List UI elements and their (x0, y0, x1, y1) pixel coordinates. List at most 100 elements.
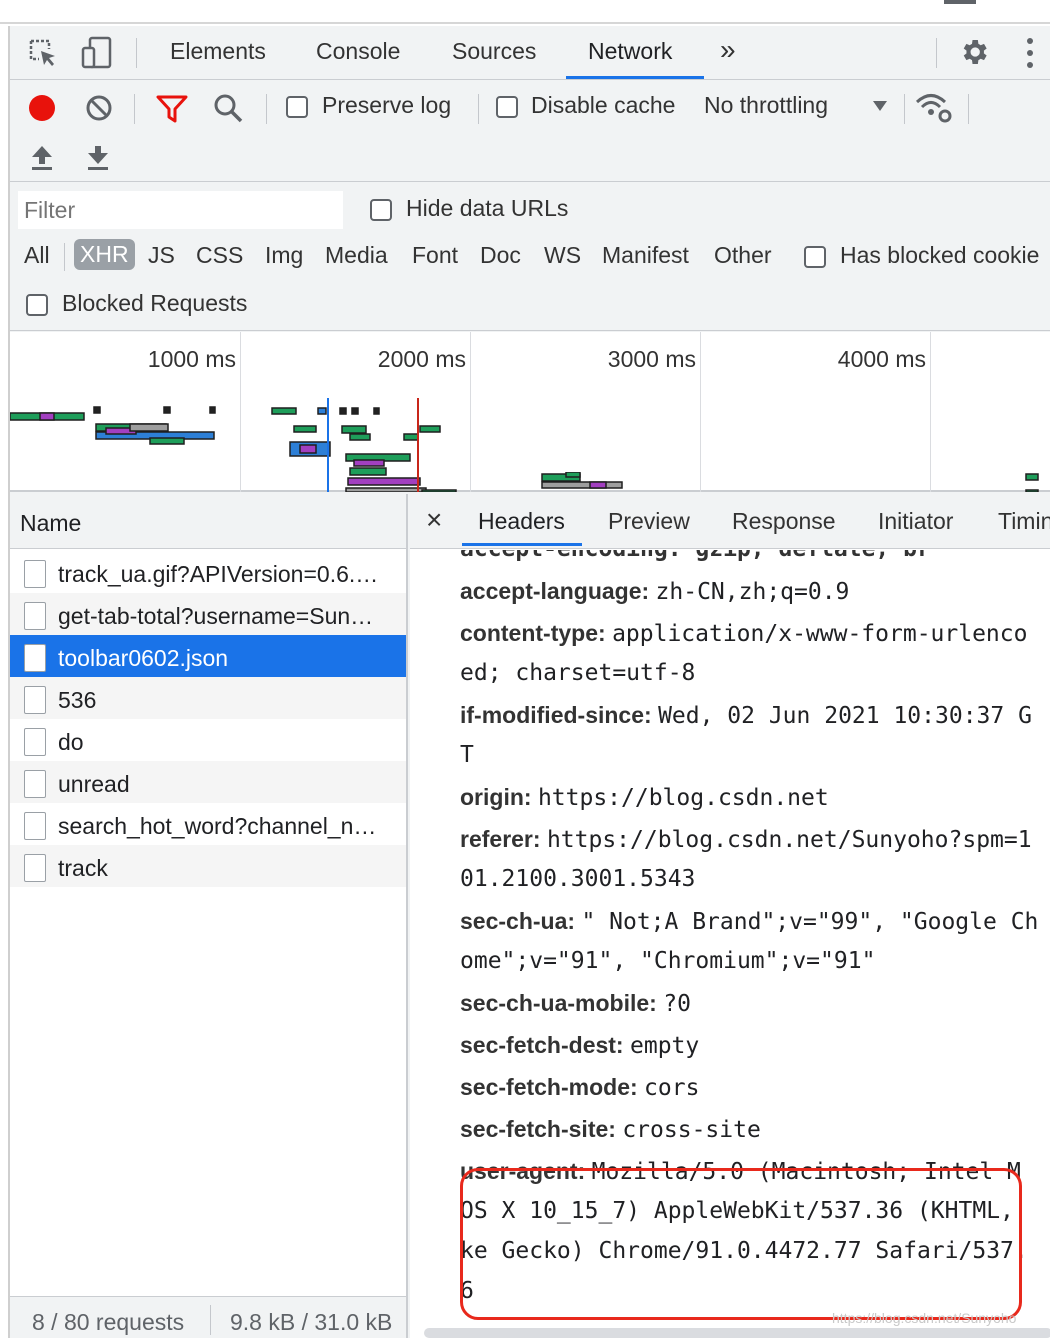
header-line: referer: https://blog.csdn.net/Sunyoho?s… (460, 826, 1032, 853)
request-count: 8 / 80 requests (32, 1309, 185, 1335)
overview-tick-label: 2000 ms (377, 346, 466, 372)
type-filter-css[interactable]: CSS (196, 242, 243, 269)
header-value: empty (630, 1033, 700, 1059)
header-name: sec-ch-ua: (460, 908, 576, 934)
import-har-icon[interactable] (30, 144, 54, 172)
tab-headers[interactable]: Headers (478, 508, 565, 535)
throttling-select[interactable]: No throttling (704, 92, 828, 119)
type-filter-all[interactable]: All (24, 242, 50, 269)
header-name: sec-ch-ua-mobile: (460, 990, 657, 1016)
hide-data-urls-checkbox[interactable] (370, 199, 392, 221)
tab-response[interactable]: Response (732, 508, 836, 535)
overview-waterfall-late (541, 472, 1039, 489)
header-line: accept-language: zh-CN,zh;q=0.9 (460, 578, 849, 605)
horizontal-scrollbar[interactable] (424, 1328, 1050, 1338)
filter-input[interactable] (18, 191, 343, 229)
request-name: search_hot_word?channel_n… (58, 813, 377, 839)
window-handle (944, 0, 976, 4)
has-blocked-cookies-label[interactable]: Has blocked cookie (840, 242, 1039, 269)
device-toolbar-icon[interactable] (80, 36, 114, 70)
preserve-log-label[interactable]: Preserve log (322, 92, 451, 119)
request-name: toolbar0602.json (58, 645, 229, 671)
filter-bar: Hide data URLs All XHR JS CSS Img Media … (10, 183, 1050, 331)
has-blocked-cookies-checkbox[interactable] (804, 246, 826, 268)
close-detail-button[interactable]: × (426, 504, 442, 536)
header-name: referer: (460, 826, 541, 852)
header-value-continued: ome";v="91", "Chromium";v="91" (460, 948, 876, 974)
file-icon (24, 560, 46, 588)
transfer-size: 9.8 kB / 31.0 kB (230, 1309, 393, 1335)
request-detail: × Headers Preview Response Initiator Tim… (410, 494, 1050, 1338)
blocked-requests-checkbox[interactable] (26, 294, 48, 316)
filter-icon[interactable] (156, 94, 188, 124)
type-filter-ws[interactable]: WS (544, 242, 581, 269)
blocked-requests-label[interactable]: Blocked Requests (62, 290, 247, 317)
request-row[interactable]: get-tab-total?username=Sun… (10, 593, 406, 635)
header-name: sec-fetch-dest: (460, 1032, 624, 1058)
search-icon[interactable] (212, 92, 244, 124)
request-row[interactable]: unread (10, 761, 406, 803)
disable-cache-checkbox[interactable] (496, 96, 518, 118)
file-icon (24, 644, 46, 672)
tab-network[interactable]: Network (588, 38, 672, 65)
tab-initiator[interactable]: Initiator (878, 508, 953, 535)
tab-console[interactable]: Console (316, 38, 400, 65)
header-value: " Not;A Brand";v="99", "Google Ch (581, 909, 1039, 935)
clear-icon[interactable] (84, 93, 114, 123)
tab-preview[interactable]: Preview (608, 508, 690, 535)
type-filter-font[interactable]: Font (412, 242, 458, 269)
hide-data-urls-label[interactable]: Hide data URLs (406, 195, 568, 222)
header-line: sec-ch-ua-mobile: ?0 (460, 990, 691, 1017)
more-options-icon[interactable] (1020, 36, 1040, 70)
request-row[interactable]: 536 (10, 677, 406, 719)
name-column-header[interactable]: Name (20, 510, 81, 537)
request-row[interactable]: track (10, 845, 406, 887)
request-row[interactable]: track_ua.gif?APIVersion=0.6.… (10, 551, 406, 593)
more-tabs-button[interactable]: » (720, 34, 736, 66)
file-icon (24, 602, 46, 630)
disable-cache-label[interactable]: Disable cache (531, 92, 675, 119)
header-value: https://blog.csdn.net (537, 785, 829, 811)
gear-icon[interactable] (958, 36, 990, 68)
toolbar-divider (134, 94, 135, 124)
inspect-element-icon[interactable] (28, 38, 58, 68)
type-filter-xhr[interactable]: XHR (74, 239, 135, 270)
type-filter-img[interactable]: Img (265, 242, 303, 269)
request-list-header[interactable]: Name (10, 494, 406, 549)
header-name: sec-fetch-mode: (460, 1074, 638, 1100)
header-line: if-modified-since: Wed, 02 Jun 2021 10:3… (460, 702, 1032, 729)
file-icon (24, 728, 46, 756)
toolbar-divider (478, 94, 479, 124)
network-overview[interactable]: 1000 ms 2000 ms 3000 ms 4000 ms (10, 332, 1050, 492)
tabbar-divider (136, 38, 137, 68)
type-filter-other[interactable]: Other (714, 242, 772, 269)
preserve-log-checkbox[interactable] (286, 96, 308, 118)
type-filter-doc[interactable]: Doc (480, 242, 521, 269)
header-line: origin: https://blog.csdn.net (460, 784, 829, 811)
request-list: Name track_ua.gif?APIVersion=0.6.… get-t… (10, 494, 408, 1338)
dropdown-arrow-icon[interactable] (872, 100, 888, 112)
header-value: cors (644, 1075, 700, 1101)
type-filter-manifest[interactable]: Manifest (602, 242, 689, 269)
file-icon (24, 812, 46, 840)
type-filter-media[interactable]: Media (325, 242, 388, 269)
tab-timing[interactable]: Timin (998, 508, 1050, 535)
export-har-icon[interactable] (86, 144, 110, 172)
request-row[interactable]: search_hot_word?channel_n… (10, 803, 406, 845)
type-filter-js[interactable]: JS (148, 242, 175, 269)
header-line: sec-fetch-site: cross-site (460, 1116, 761, 1143)
record-icon[interactable] (26, 92, 58, 124)
header-value-continued: T (460, 742, 474, 768)
header-name: content-type: (460, 620, 606, 646)
tab-sources[interactable]: Sources (452, 38, 536, 65)
network-conditions-icon[interactable] (914, 90, 954, 124)
request-row[interactable]: do (10, 719, 406, 761)
request-name: do (58, 729, 84, 755)
header-value: cross-site (622, 1117, 761, 1143)
header-name: origin: (460, 784, 532, 810)
toolbar-divider (904, 94, 905, 124)
type-filter-divider (64, 243, 65, 271)
request-row-selected[interactable]: toolbar0602.json (10, 635, 406, 677)
header-name: if-modified-since: (460, 702, 652, 728)
tab-elements[interactable]: Elements (170, 38, 266, 65)
